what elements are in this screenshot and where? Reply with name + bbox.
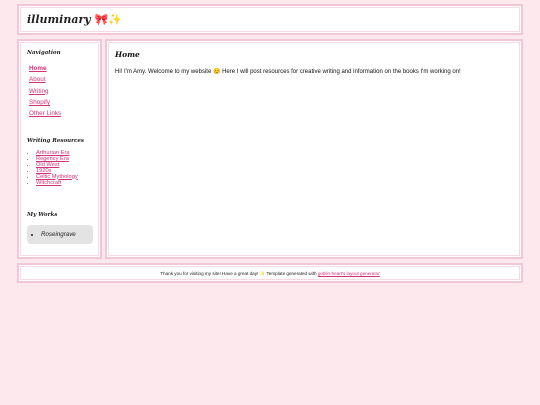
works-list: Roseingrave: [27, 225, 93, 244]
nav-heading: Navigation: [27, 50, 61, 56]
site-header: illuminary 🎀✨: [17, 4, 523, 35]
works-heading: My Works: [27, 212, 58, 218]
footer-message: Thank you for visiting my site! Have a g…: [160, 271, 318, 276]
site-footer: Thank you for visiting my site! Have a g…: [17, 263, 523, 283]
nav-link-home[interactable]: Home: [29, 65, 47, 72]
intro-text: Hi! I'm Amy. Welcome to my website 😊 Her…: [115, 69, 461, 75]
work-item-roseingrave: Roseingrave: [41, 225, 93, 244]
nav-item-writing: Writing: [29, 86, 61, 97]
nav-link-writing[interactable]: Writing: [29, 88, 48, 95]
title-emoji: 🎀✨: [95, 13, 122, 26]
nav-item-home: Home: [29, 63, 61, 74]
page-title: Home: [115, 50, 140, 59]
sparkles-icon: ✨: [108, 13, 122, 26]
main-content: Home Hi! I'm Amy. Welcome to my website …: [105, 39, 523, 259]
nav-list: Home About Writing Shopify Other Links: [29, 63, 61, 119]
bow-icon: 🎀: [94, 13, 109, 26]
resource-item: Witchcraft: [36, 180, 78, 187]
sidebar: Navigation Home About Writing Shopify Ot…: [17, 39, 102, 259]
nav-link-other-links[interactable]: Other Links: [29, 110, 61, 117]
nav-item-shopify: Shopify: [29, 97, 61, 108]
site-title-text: illuminary: [27, 13, 91, 26]
nav-link-shopify[interactable]: Shopify: [29, 99, 50, 106]
works-box: Roseingrave: [27, 225, 93, 244]
nav-item-about: About: [29, 74, 61, 85]
footer-generator-link[interactable]: goblin-heart's layout generator: [318, 271, 380, 276]
footer-text: Thank you for visiting my site! Have a g…: [19, 271, 521, 277]
resources-heading: Writing Resources: [27, 138, 84, 144]
resources-list: Arthurian Era Regency Era Old West 1920s…: [36, 150, 78, 187]
nav-item-other-links: Other Links: [29, 108, 61, 119]
site-title[interactable]: illuminary 🎀✨: [27, 13, 122, 26]
nav-link-about[interactable]: About: [29, 76, 45, 83]
resource-link-witchcraft[interactable]: Witchcraft: [36, 180, 61, 186]
